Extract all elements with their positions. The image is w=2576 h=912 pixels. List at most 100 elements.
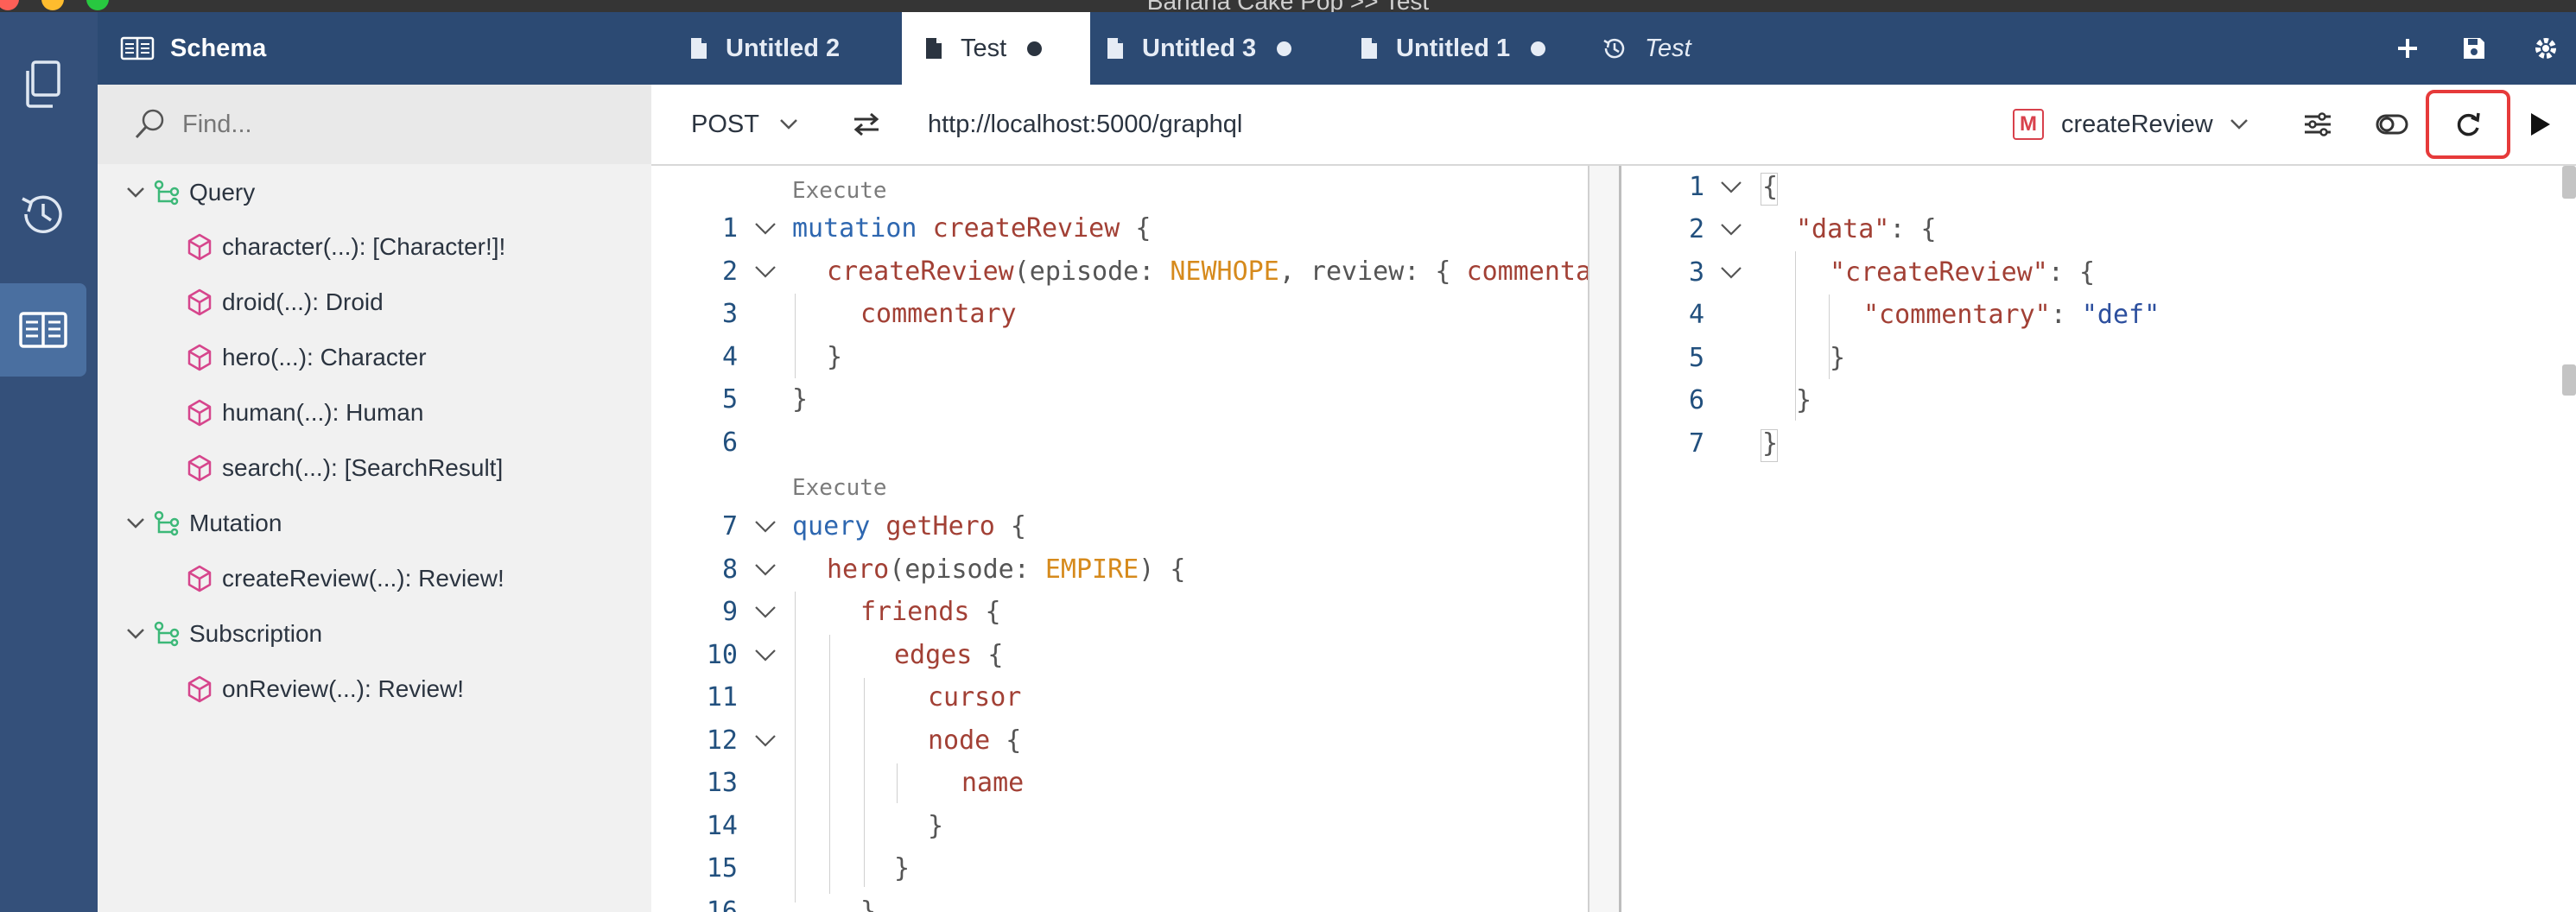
code-line: } [894, 853, 910, 884]
tab-label: Untitled 2 [726, 34, 841, 62]
tree-field-hero[interactable]: hero(...): Character [182, 332, 427, 383]
field-cube-icon [182, 675, 217, 703]
tree-field-character[interactable]: character(...): [Character!]! [182, 221, 505, 273]
json-line: "data": { [1796, 208, 1937, 251]
tree-group-mutation[interactable]: Mutation [122, 497, 282, 549]
tree-field-label: human(...): Human [222, 399, 424, 426]
unsaved-dot-icon[interactable] [1531, 41, 1546, 56]
line-number: 7 [721, 511, 738, 542]
query-editor[interactable]: Execute Execute 1 2 3 4 5 6 7 8 9 10 11 … [651, 166, 1588, 912]
line-number: 1 [721, 213, 738, 244]
fold-chevron-icon[interactable] [1719, 251, 1743, 294]
fold-chevron-icon[interactable] [753, 548, 777, 592]
code-token: , review: { [1278, 256, 1467, 287]
tree-group-query[interactable]: Query [122, 167, 255, 218]
fold-chevron-icon[interactable] [753, 719, 777, 763]
schema-tree: Query character(...): [Character!]! droi… [98, 164, 651, 912]
code-token: edges [894, 640, 973, 670]
toggle-icon [2376, 114, 2408, 135]
plus-icon [2398, 39, 2417, 58]
tab-test[interactable]: Test [902, 12, 1090, 85]
chevron-down-icon [2230, 119, 2248, 130]
tab-untitled-3[interactable]: Untitled 3 [1106, 12, 1339, 85]
operation-select[interactable]: M createReview [2013, 85, 2249, 164]
tree-field-label: hero(...): Character [222, 344, 427, 370]
fold-chevron-icon[interactable] [1719, 208, 1743, 251]
type-tree-icon [149, 510, 184, 536]
operation-name: createReview [2061, 110, 2213, 138]
line-number: 14 [706, 811, 738, 841]
result-scrollbar-marker[interactable] [2562, 364, 2576, 396]
chevron-down-icon[interactable] [122, 516, 149, 530]
line-number: 9 [721, 597, 738, 627]
run-button[interactable] [2528, 85, 2552, 164]
file-icon [1107, 38, 1123, 59]
fold-chevron-icon[interactable] [1719, 166, 1743, 209]
activity-documents[interactable] [0, 38, 86, 131]
file-icon [926, 38, 942, 59]
json-line: } [1796, 385, 1812, 415]
play-icon [2531, 113, 2550, 136]
tab-history-test[interactable]: Test [1602, 12, 1757, 85]
code-token: (episode: [1013, 256, 1171, 287]
tree-field-label: onReview(...): Review! [222, 675, 465, 702]
fold-chevron-icon[interactable] [753, 634, 777, 677]
schema-search-input[interactable] [181, 109, 616, 140]
code-token: EMPIRE [1044, 554, 1139, 585]
code-token: friends [860, 597, 970, 627]
json-line: "commentary": "def" [1863, 294, 2160, 337]
line-number: 16 [706, 896, 738, 912]
field-cube-icon [182, 288, 217, 316]
new-tab-button[interactable] [2377, 12, 2438, 85]
chevron-down-icon[interactable] [122, 186, 149, 200]
save-button[interactable] [2444, 12, 2504, 85]
execute-codelens[interactable]: Execute [792, 475, 887, 501]
line-number: 15 [706, 853, 738, 884]
split-divider[interactable] [1588, 166, 1589, 912]
line-number: 6 [1688, 385, 1704, 415]
field-cube-icon [182, 565, 217, 592]
chevron-down-icon[interactable] [122, 627, 149, 641]
toggle-button[interactable] [2376, 85, 2408, 164]
code-token: NEWHOPE [1170, 256, 1279, 287]
tree-field-createreview[interactable]: createReview(...): Review! [182, 553, 504, 605]
fold-chevron-icon[interactable] [753, 505, 777, 548]
code-token: { [1135, 213, 1152, 244]
tree-field-label: character(...): [Character!]! [222, 233, 506, 260]
settings-button[interactable] [2516, 12, 2576, 85]
tree-group-label: Query [189, 179, 256, 206]
fold-chevron-icon[interactable] [753, 250, 777, 294]
execute-codelens[interactable]: Execute [792, 178, 887, 204]
swap-arrows-icon [853, 112, 879, 136]
line-number: 10 [706, 640, 738, 670]
fold-chevron-icon[interactable] [753, 591, 777, 634]
result-scrollbar-thumb[interactable] [2562, 166, 2576, 199]
json-token: "data" [1796, 214, 1890, 244]
tree-field-onreview[interactable]: onReview(...): Review! [182, 663, 464, 715]
activity-history[interactable] [0, 168, 86, 261]
request-settings-button[interactable] [2303, 85, 2332, 164]
code-line: } [827, 342, 843, 372]
tree-field-search[interactable]: search(...): [SearchResult] [182, 442, 503, 494]
refresh-schema-button[interactable] [2426, 90, 2510, 159]
request-toolbar: POST http://localhost:5000/graphql M cre… [651, 85, 2576, 166]
json-line: } [1830, 343, 1846, 373]
endpoint-url-field[interactable]: http://localhost:5000/graphql [928, 85, 1242, 164]
tree-field-human[interactable]: human(...): Human [182, 387, 423, 439]
tree-group-subscription[interactable]: Subscription [122, 608, 322, 660]
code-token: createReview [827, 256, 1014, 287]
tab-untitled-1[interactable]: Untitled 1 [1360, 12, 1593, 85]
tab-label: Test [1645, 34, 1691, 62]
tree-field-droid[interactable]: droid(...): Droid [182, 276, 384, 328]
unsaved-dot-icon[interactable] [1027, 41, 1043, 56]
gear-icon [2535, 38, 2556, 59]
tab-untitled-2[interactable]: Untitled 2 [669, 12, 940, 85]
documents-icon [26, 60, 60, 108]
fold-chevron-icon[interactable] [753, 207, 777, 250]
unsaved-dot-icon[interactable] [1277, 41, 1292, 56]
activity-schema[interactable] [0, 283, 86, 377]
http-method-select[interactable]: POST [691, 85, 799, 164]
result-viewer[interactable]: 1 2 3 4 5 6 7 { "data": { "createReview"… [1621, 166, 2562, 912]
document-tab-bar: Untitled 2 Test Untitled 3 Untitled 1 Te… [651, 12, 2576, 85]
swap-transport-button[interactable] [852, 85, 881, 164]
